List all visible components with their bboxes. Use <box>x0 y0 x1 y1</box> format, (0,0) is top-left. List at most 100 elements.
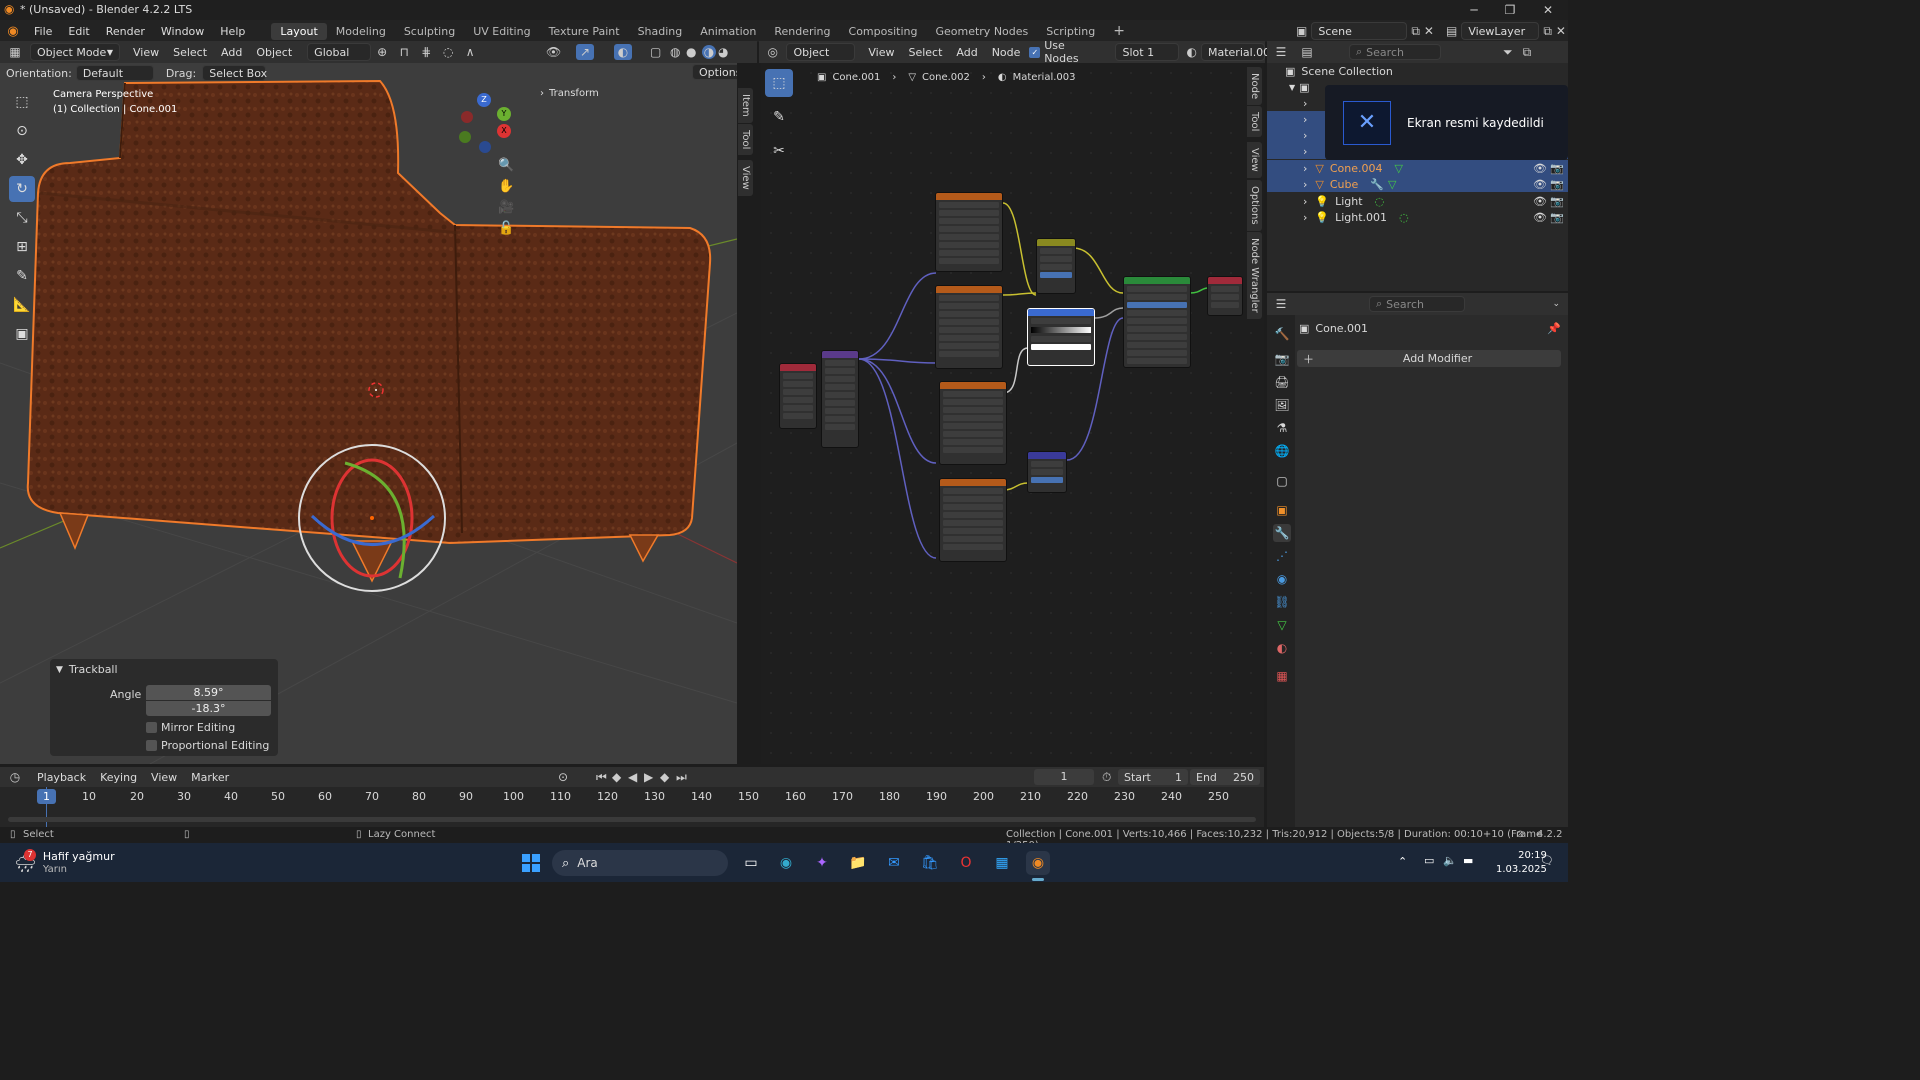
workspace-tab-geometry-nodes[interactable]: Geometry Nodes <box>926 23 1037 40</box>
maximize-button[interactable]: ❐ <box>1492 0 1528 20</box>
render-camera-icon[interactable]: 📷 <box>1550 178 1564 191</box>
timeline-ruler[interactable]: 1 10 20 30 40 50 60 70 80 90 100 110 120… <box>0 787 1264 827</box>
windows-start-icon[interactable] <box>519 851 543 875</box>
material-properties-icon[interactable]: ◐ <box>1273 639 1291 657</box>
timeline-menu-keying[interactable]: Keying <box>93 771 144 784</box>
workspace-tab-scripting[interactable]: Scripting <box>1037 23 1104 40</box>
constraints-properties-icon[interactable]: ⛓ <box>1273 593 1291 611</box>
pan-hand-icon[interactable]: ✋ <box>498 179 514 194</box>
viewport-menu-view[interactable]: View <box>126 46 166 59</box>
rendered-shading-icon[interactable]: ◕ <box>718 45 728 59</box>
outliner-search[interactable]: ⌕ Search <box>1349 44 1441 60</box>
slot-selector[interactable]: Slot 1 <box>1115 43 1179 61</box>
workspace-tab-layout[interactable]: Layout <box>271 22 327 40</box>
sofa-mesh[interactable] <box>26 79 712 583</box>
rotate-tool-icon[interactable]: ↻ <box>9 176 35 202</box>
workspace-tab-compositing[interactable]: Compositing <box>840 23 927 40</box>
options-dropdown[interactable]: Options <box>692 64 737 80</box>
properties-search[interactable]: ⌕ Search <box>1369 296 1465 312</box>
workspace-tab-animation[interactable]: Animation <box>691 23 765 40</box>
node-menu-view[interactable]: View <box>861 46 901 59</box>
node-sidebar-tab-node-wrangler[interactable]: Node Wrangler <box>1247 232 1262 319</box>
end-frame-field[interactable]: End 250 <box>1190 769 1260 785</box>
add-modifier-button[interactable]: ＋ Add Modifier <box>1297 350 1561 367</box>
view-layer-icon[interactable]: ▤ <box>1446 24 1457 38</box>
view-layer-selector[interactable]: ViewLayer <box>1461 22 1540 40</box>
physics-properties-icon[interactable]: ◉ <box>1273 570 1291 588</box>
visibility-eye-icon[interactable]: 👁 <box>1533 162 1547 175</box>
render-camera-icon[interactable]: 📷 <box>1550 211 1564 224</box>
node-sidebar-tab-tool[interactable]: Tool <box>1247 106 1262 138</box>
editor-type-icon[interactable]: ▦ <box>0 45 30 59</box>
workspace-tab-shading[interactable]: Shading <box>629 23 692 40</box>
microsoft-store-icon[interactable]: 🛍 <box>918 851 942 875</box>
node-menu-node[interactable]: Node <box>985 46 1028 59</box>
scene-properties-icon[interactable]: ⚗ <box>1273 419 1291 437</box>
current-frame-field[interactable]: 1 <box>1034 769 1094 785</box>
node-menu-add[interactable]: Add <box>949 46 984 59</box>
close-window-button[interactable]: ✕ <box>1530 0 1566 20</box>
menu-edit[interactable]: Edit <box>60 25 97 38</box>
opera-browser-icon[interactable]: O <box>954 851 978 875</box>
angle-y-field[interactable]: -18.3° <box>146 701 271 716</box>
node-sidebar-tab-view[interactable]: View <box>1247 142 1262 178</box>
play-icon[interactable]: ▶ <box>644 770 653 784</box>
shader-node-editor[interactable]: ⬚ ✎ ✂ ▣ Cone.001 › ▽ Cone.002 › ◐ Materi… <box>761 63 1264 764</box>
modifier-properties-icon[interactable]: 🔧 <box>1273 524 1291 542</box>
mirror-editing-checkbox[interactable] <box>146 722 157 733</box>
sidebar-tab-tool[interactable]: Tool <box>738 124 753 156</box>
checkbox-checked-icon[interactable]: ✓ <box>1029 46 1041 58</box>
start-frame-field[interactable]: Start 1 <box>1118 769 1188 785</box>
play-reverse-icon[interactable]: ◀ <box>628 770 637 784</box>
camera-view-icon[interactable]: 🎥 <box>498 200 514 215</box>
view-layer-properties-icon[interactable]: 🖼 <box>1273 396 1291 414</box>
display-mode-icon[interactable]: ▤ <box>1295 45 1319 59</box>
outliner-item-light-001[interactable]: › 💡 Light.001 ◌ 👁 📷 <box>1267 209 1568 225</box>
scene-selector[interactable]: Scene <box>1311 22 1408 40</box>
chevron-down-icon[interactable]: ⌄ <box>1552 299 1560 309</box>
output-properties-icon[interactable]: 🖨 <box>1273 373 1291 391</box>
node-texture-coordinate[interactable] <box>779 363 817 429</box>
overlay-toggle-icon[interactable]: ◐ <box>614 44 632 60</box>
timeline-editor-type-icon[interactable]: ◷ <box>0 770 30 784</box>
render-camera-icon[interactable]: 📷 <box>1550 162 1564 175</box>
visibility-icon[interactable]: 👁 <box>546 45 561 59</box>
world-properties-icon[interactable]: 🌐 <box>1273 442 1291 460</box>
node-material-output[interactable] <box>1207 276 1243 316</box>
volume-icon[interactable]: 🔈 <box>1443 854 1457 867</box>
angle-x-field[interactable]: 8.59° <box>146 685 271 700</box>
axis-neg-x-icon[interactable] <box>461 111 473 123</box>
outliner-editor-type-icon[interactable]: ☰ <box>1267 45 1295 59</box>
axis-z-icon[interactable]: Z <box>477 93 491 107</box>
cursor-tool-icon[interactable]: ⊙ <box>9 118 35 144</box>
snap-icon[interactable]: ⊓ <box>393 45 415 59</box>
jump-end-icon[interactable]: ⏭ <box>676 770 687 785</box>
gizmo-toggle-icon[interactable]: ↗ <box>576 44 594 60</box>
delete-scene-icon[interactable]: ✕ <box>1424 24 1434 38</box>
tool-properties-icon[interactable]: 🔨 <box>1273 325 1291 343</box>
transform-panel-header[interactable]: › Transform <box>540 88 599 99</box>
render-camera-icon[interactable]: 📷 <box>1550 195 1564 208</box>
blender-taskbar-icon[interactable]: ◉ <box>1026 851 1050 875</box>
outliner-item-light[interactable]: › 💡 Light ◌ 👁 📷 <box>1267 193 1568 209</box>
object-mode-selector[interactable]: Object Mode ▼ <box>30 43 120 61</box>
add-workspace-icon[interactable]: + <box>1104 21 1134 41</box>
scene-collection-row[interactable]: ▣ Scene Collection <box>1267 63 1568 79</box>
workspace-tab-uv-editing[interactable]: UV Editing <box>464 23 539 40</box>
move-tool-icon[interactable]: ✥ <box>9 147 35 173</box>
axis-neg-z-icon[interactable] <box>479 141 491 153</box>
trackball-panel-header[interactable]: ▼ Trackball <box>50 659 278 680</box>
proportional-edit-icon[interactable]: ◌ <box>437 45 459 59</box>
timeline-scrollbar[interactable] <box>8 817 1256 822</box>
viewport-menu-add[interactable]: Add <box>214 46 249 59</box>
pin-icon[interactable]: 📌 <box>1547 322 1561 335</box>
node-image-texture-roughness[interactable] <box>935 285 1003 369</box>
wireframe-shading-icon[interactable]: ◍ <box>670 45 680 59</box>
notifications-icon[interactable]: 🗨 <box>1540 854 1554 867</box>
particles-properties-icon[interactable]: ⋰ <box>1273 547 1291 565</box>
node-menu-select[interactable]: Select <box>901 46 949 59</box>
sidebar-tab-view[interactable]: View <box>738 160 753 196</box>
network-icon[interactable]: ▭ <box>1424 854 1434 867</box>
copilot-icon[interactable]: ✦ <box>810 851 834 875</box>
mirror-editing-row[interactable]: Mirror Editing <box>146 721 235 734</box>
